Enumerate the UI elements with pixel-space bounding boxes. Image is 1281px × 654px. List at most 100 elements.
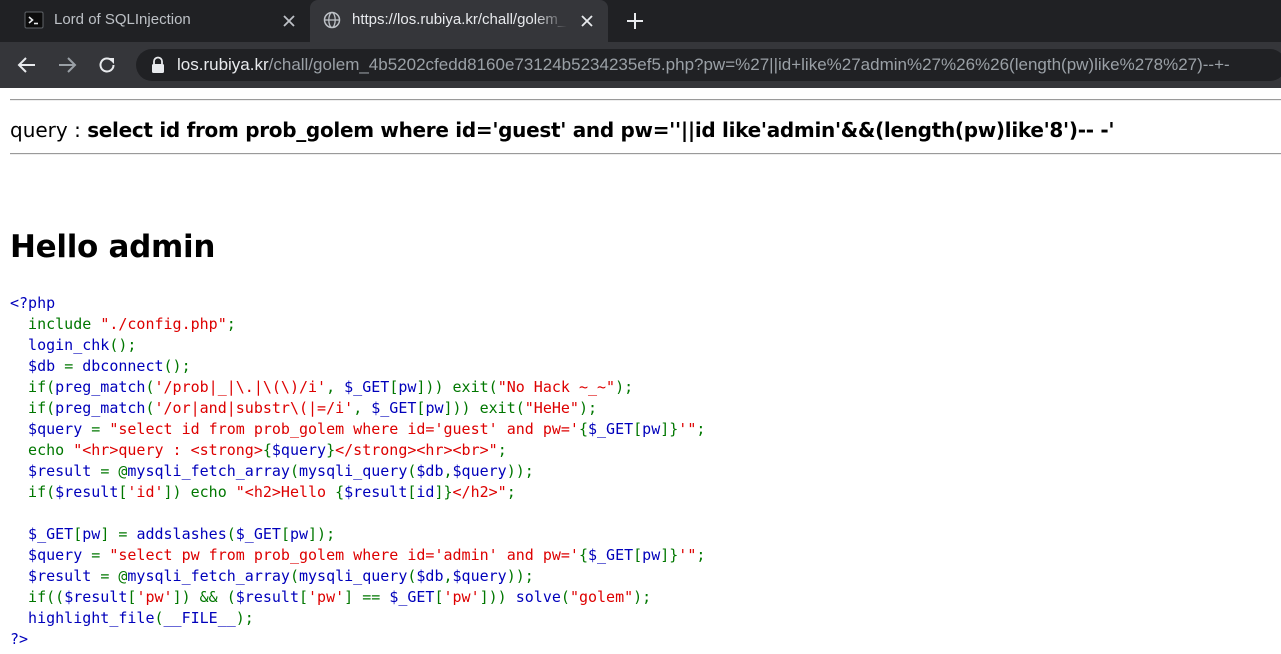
code-token: $_GET (235, 525, 281, 543)
code-token: pw (425, 399, 444, 417)
terminal-icon (24, 10, 44, 30)
code-token: ] = (100, 525, 137, 543)
code-token: ); (235, 609, 254, 627)
code-token: echo (10, 441, 74, 459)
code-token: ])) exit( (416, 378, 498, 396)
code-token: ]) && ( (172, 588, 236, 606)
tab-title: Lord of SQLInjection (54, 11, 191, 28)
code-token: = (64, 357, 83, 375)
globe-icon (322, 10, 342, 30)
code-token: [ (299, 588, 309, 606)
back-button[interactable] (14, 52, 40, 78)
code-token: mysqli_fetch_array (127, 567, 290, 585)
code-token: $db (10, 357, 65, 375)
code-token: [ (633, 546, 643, 564)
code-token: "./config.php" (100, 315, 227, 333)
code-token: ]} (434, 483, 453, 501)
code-token: (); (109, 336, 137, 354)
code-token: ; (497, 441, 507, 459)
browser-toolbar: los.rubiya.kr/chall/golem_4b5202cfedd816… (0, 42, 1281, 88)
code-token: $query (452, 462, 507, 480)
code-token: pw (642, 420, 661, 438)
code-token: $_GET (10, 525, 74, 543)
code-token: ( (154, 609, 164, 627)
code-token: "No Hack ~_~" (497, 378, 616, 396)
code-token: ]); (308, 525, 336, 543)
code-token: $_GET (587, 546, 634, 564)
code-token: highlight_file (10, 609, 155, 627)
code-token: 'pw' (136, 588, 173, 606)
code-token: 'pw' (443, 588, 480, 606)
page-content: query : select id from prob_golem where … (0, 88, 1281, 654)
code-line: ?> (10, 629, 705, 650)
code-line: <?php (10, 293, 705, 314)
code-token: , (443, 462, 453, 480)
code-token: preg_match (55, 399, 146, 417)
code-token: ])) (479, 588, 516, 606)
code-token: $query (452, 567, 507, 585)
code-token: $result (10, 462, 101, 480)
arrow-left-icon (17, 57, 35, 73)
code-token: </h2>" (452, 483, 507, 501)
code-token: pw (289, 525, 309, 543)
code-token: pw (82, 525, 101, 543)
code-token: ; (696, 546, 706, 564)
code-token: (); (163, 357, 191, 375)
code-line: if(($result['pw']) && ($result['pw'] == … (10, 587, 705, 608)
code-token: include (10, 315, 101, 333)
code-token: $query (271, 441, 327, 459)
code-token: [ (633, 420, 643, 438)
code-token: $_GET (371, 399, 417, 417)
forward-button[interactable] (54, 52, 80, 78)
code-token: ( (226, 525, 236, 543)
code-token: mysqli_fetch_array (127, 462, 290, 480)
close-icon[interactable] (280, 12, 298, 30)
reload-button[interactable] (94, 52, 120, 78)
code-line: $query = "select id from prob_golem wher… (10, 419, 705, 440)
code-token: )); (506, 462, 534, 480)
code-line: login_chk(); (10, 335, 705, 356)
tab-golem-challenge[interactable]: https://los.rubiya.kr/chall/golem_4b5202… (310, 0, 608, 42)
code-token: if(( (10, 588, 65, 606)
code-token: pw (642, 546, 661, 564)
code-token: [ (73, 525, 83, 543)
code-token: { (335, 483, 345, 501)
code-token: $result (10, 567, 101, 585)
lock-icon[interactable] (150, 56, 166, 74)
url-path: /chall/golem_4b5202cfedd8160e73124b52342… (268, 55, 1230, 74)
code-token: '" (678, 420, 697, 438)
code-token: $result (235, 588, 299, 606)
close-icon[interactable] (578, 12, 596, 30)
arrow-right-icon (59, 57, 77, 73)
new-tab-button[interactable] (622, 9, 648, 33)
code-token: $result (344, 483, 408, 501)
address-bar[interactable]: los.rubiya.kr/chall/golem_4b5202cfedd816… (136, 49, 1281, 81)
code-token: ( (289, 567, 299, 585)
code-token: id (416, 483, 435, 501)
code-token: ); (633, 588, 652, 606)
code-token: [ (434, 588, 444, 606)
query-label: query : (10, 118, 88, 142)
tab-lord-of-sqlinjection[interactable]: Lord of SQLInjection (12, 0, 310, 42)
code-token: = @ (100, 462, 128, 480)
code-token: , (353, 399, 372, 417)
code-token: solve (515, 588, 561, 606)
url-text: los.rubiya.kr/chall/golem_4b5202cfedd816… (177, 55, 1230, 75)
divider (10, 153, 1281, 155)
code-token: "golem" (569, 588, 634, 606)
code-token: $_GET (587, 420, 634, 438)
code-token: ( (560, 588, 570, 606)
divider (10, 99, 1281, 101)
code-token: $_GET (389, 588, 435, 606)
code-token: "<hr>query : <strong> (73, 441, 263, 459)
browser-tab-strip: Lord of SQLInjection https://los.rubiya.… (0, 0, 1281, 42)
code-token: = (91, 546, 110, 564)
hello-heading: Hello admin (10, 229, 216, 265)
code-token: { (578, 420, 588, 438)
code-token: [ (280, 525, 290, 543)
code-token: '/prob|_|\.|\(\)/i' (154, 378, 327, 396)
code-line: include "./config.php"; (10, 314, 705, 335)
code-token: "HeHe" (524, 399, 579, 417)
code-line: if(preg_match('/prob|_|\.|\(\)/i', $_GET… (10, 377, 705, 398)
